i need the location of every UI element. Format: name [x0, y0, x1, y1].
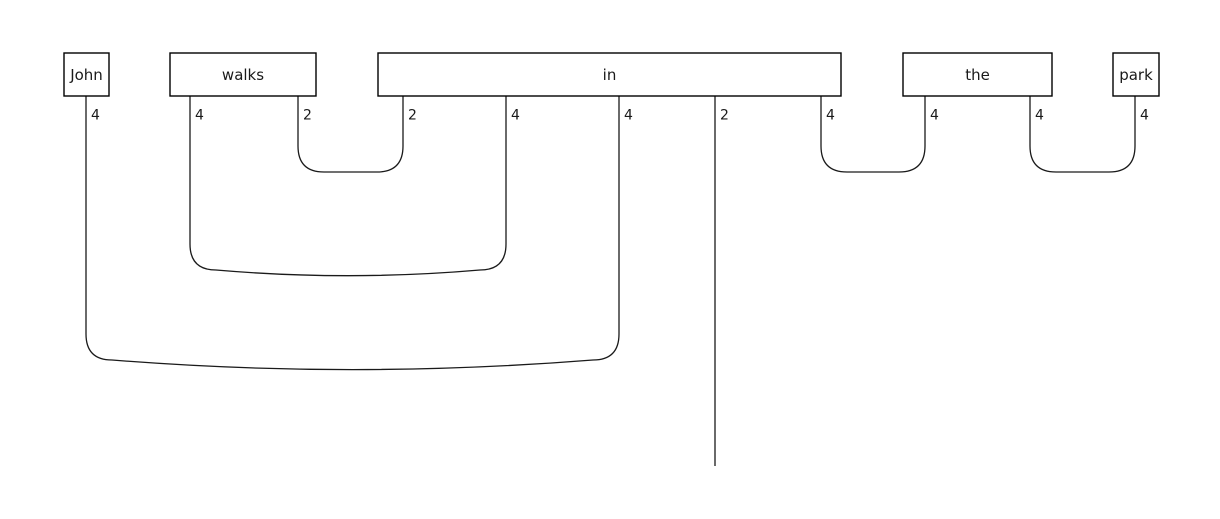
port-label-p5: 4	[511, 108, 520, 124]
word-box-park[interactable]: park	[1112, 52, 1160, 97]
port-label-p4: 2	[408, 108, 417, 124]
port-label-p3: 2	[303, 108, 312, 124]
wire-w-john-in	[85, 110, 620, 371]
port-label-p8: 4	[826, 108, 835, 124]
word-box-label: in	[603, 66, 617, 84]
string-diagram: John walks in the park 4 4 2 2 4 4 2 4 4 4 4	[63, 52, 1160, 466]
word-box-label: walks	[222, 66, 264, 84]
wire-w-walks-in-short	[297, 110, 404, 173]
wire-w-in-the	[820, 110, 926, 173]
port-stems-layer	[85, 96, 1136, 110]
port-label-p10: 4	[1035, 108, 1044, 124]
word-box-the[interactable]: the	[902, 52, 1053, 97]
wire-w-walks-in-mid	[189, 110, 507, 277]
port-label-p1: 4	[91, 108, 100, 124]
word-box-walks[interactable]: walks	[169, 52, 317, 97]
diagram-canvas: John walks in the park 4 4 2 2 4 4 2 4 4 4 4	[0, 0, 1220, 519]
port-label-p7: 2	[720, 108, 729, 124]
port-label-p6: 4	[624, 108, 633, 124]
word-box-label: the	[965, 66, 990, 84]
word-boxes-layer: John walks in the park	[63, 52, 1160, 97]
port-label-p11: 4	[1140, 108, 1149, 124]
word-box-john[interactable]: John	[63, 52, 110, 97]
word-box-label: park	[1119, 66, 1153, 84]
wire-w-the-park	[1029, 110, 1136, 173]
word-box-in[interactable]: in	[377, 52, 842, 97]
wires-layer	[85, 110, 1136, 466]
word-box-label: John	[69, 66, 103, 84]
port-labels-layer: 4 4 2 2 4 4 2 4 4 4 4	[91, 108, 1149, 124]
port-label-p2: 4	[195, 108, 204, 124]
port-label-p9: 4	[930, 108, 939, 124]
